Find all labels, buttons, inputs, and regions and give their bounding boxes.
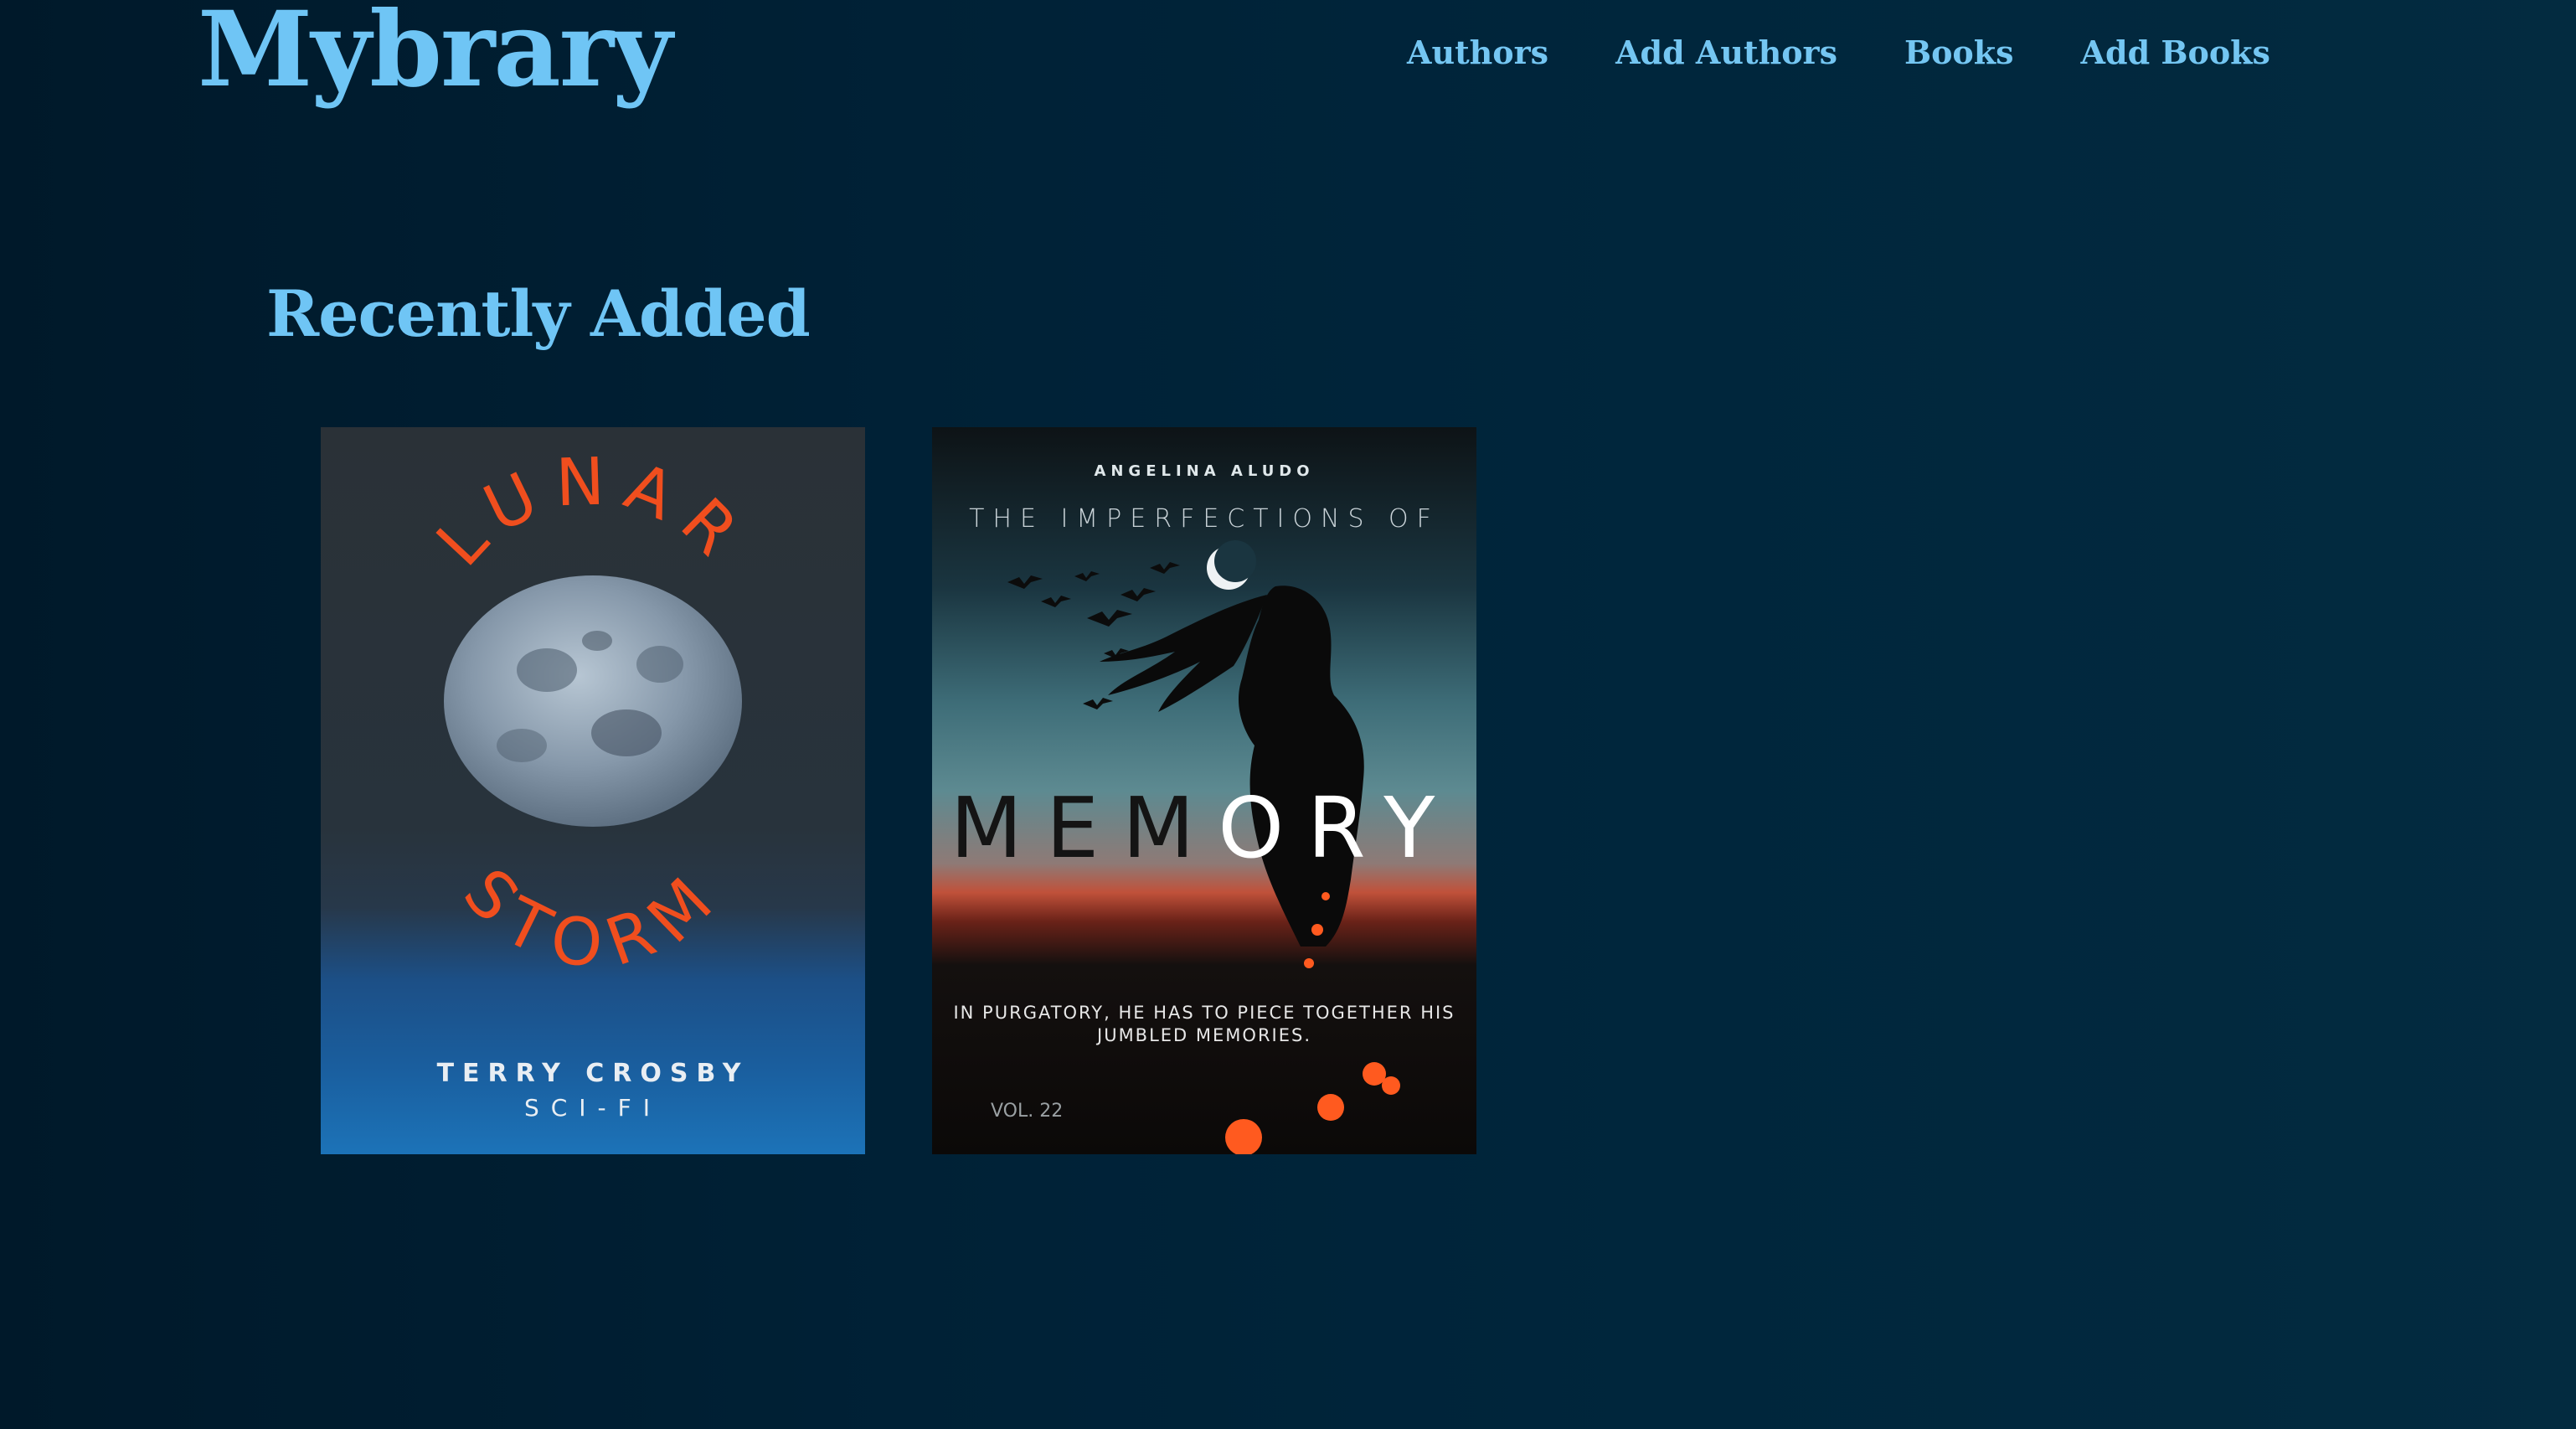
book-tagline: IN PURGATORY, HE HAS TO PIECE TOGETHER H… <box>953 1003 1455 1046</box>
section-title-recently-added: Recently Added <box>266 276 811 351</box>
nav-books[interactable]: Books <box>1904 34 2014 71</box>
nav-add-authors[interactable]: Add Authors <box>1615 34 1837 71</box>
lunar-title-bottom: STORM <box>449 854 738 983</box>
book-genre: SCI-FI <box>523 1094 662 1122</box>
nav-add-books[interactable]: Add Books <box>2081 34 2270 71</box>
book-cover-lunar-storm[interactable]: LUNAR STORM TERRY CROSBY SCI-FI <box>321 427 865 1154</box>
nav-authors[interactable]: Authors <box>1407 34 1548 71</box>
book-pre-title: THE IMPERFECTIONS OF <box>969 504 1440 534</box>
site-logo[interactable]: Mybrary <box>198 0 672 113</box>
lunar-title-top: LUNAR <box>423 444 762 580</box>
recent-books-grid: LUNAR STORM TERRY CROSBY SCI-FI ANGELINA… <box>321 427 1476 1154</box>
book-title: MEMORY <box>932 779 1476 877</box>
book-author: ANGELINA ALUDO <box>1094 462 1315 480</box>
main-nav: Authors Add Authors Books Add Books <box>1407 34 2270 71</box>
moon <box>444 575 742 827</box>
title-dark-part: MEM <box>950 779 1218 877</box>
book-cover-memory[interactable]: ANGELINA ALUDO THE IMPERFECTIONS OF MEMO… <box>932 427 1476 1154</box>
book-volume: VOL. 22 <box>991 1101 1064 1122</box>
lunar-cover-art: LUNAR STORM <box>423 444 762 983</box>
title-light-part: ORY <box>1218 779 1459 877</box>
book-author: TERRY CROSBY <box>436 1059 750 1088</box>
birds <box>1007 562 1180 709</box>
